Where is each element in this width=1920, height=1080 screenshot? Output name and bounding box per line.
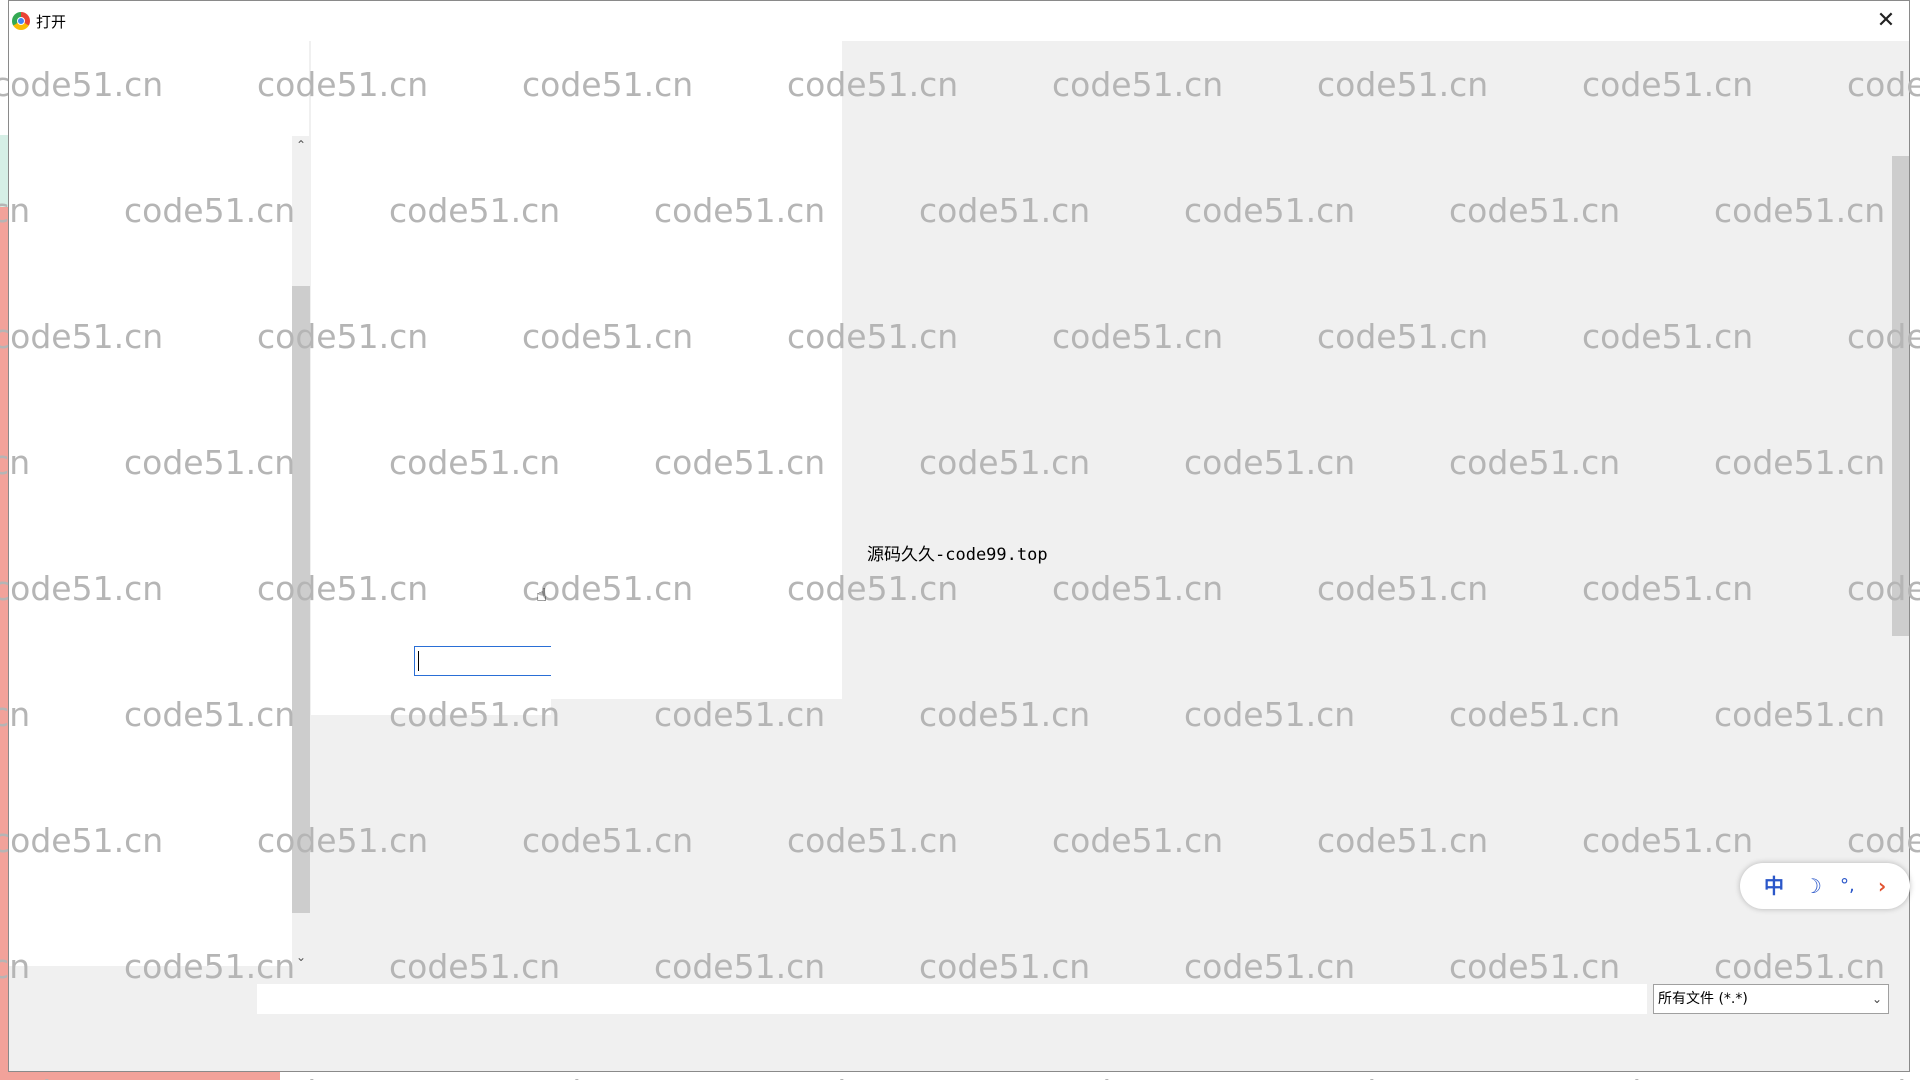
background-window-strip-accent bbox=[0, 135, 8, 207]
watermark-text: code51.cn bbox=[787, 1073, 958, 1080]
ime-chinese-mode-button[interactable]: 中 bbox=[1764, 873, 1784, 899]
navigation-pane[interactable]: ⌃ ⌄ bbox=[9, 41, 310, 966]
dialog-title: 打开 bbox=[36, 13, 67, 31]
main-scrollbar-thumb[interactable] bbox=[1892, 156, 1909, 636]
background-window-strip-bottom bbox=[0, 1072, 280, 1080]
close-button[interactable]: ✕ bbox=[1863, 1, 1909, 41]
file-list-area[interactable] bbox=[311, 41, 842, 699]
hand-cursor-icon: ☝ bbox=[536, 585, 547, 606]
moon-icon[interactable]: ☽ bbox=[1804, 873, 1822, 899]
watermark-text: code51.cn bbox=[1582, 1073, 1753, 1080]
text-caret bbox=[418, 651, 419, 671]
watermark-text: code51.cn bbox=[522, 1073, 693, 1080]
punctuation-icon[interactable]: °, bbox=[1840, 873, 1855, 899]
background-window-strip bbox=[0, 135, 8, 1080]
site-watermark-text: 源码久久-code99.top bbox=[867, 545, 1048, 565]
watermark-text: code51.cn bbox=[1847, 1073, 1920, 1080]
chrome-icon bbox=[12, 12, 30, 30]
filetype-select[interactable]: 所有文件 (*.*) ⌄ bbox=[1653, 984, 1889, 1014]
rename-input[interactable] bbox=[414, 646, 551, 676]
nav-pane-scrollbar[interactable]: ⌃ ⌄ bbox=[292, 136, 310, 966]
filetype-selected-value: 所有文件 (*.*) bbox=[1658, 991, 1748, 1007]
dialog-titlebar[interactable]: 打开 ✕ bbox=[9, 1, 1909, 41]
watermark-text: code51.cn bbox=[1317, 1073, 1488, 1080]
chevron-down-icon: ⌄ bbox=[1871, 992, 1882, 1006]
open-file-dialog: 打开 ✕ ⌃ ⌄ 所有文件 (*.*) ⌄ bbox=[8, 0, 1910, 1072]
watermark-text: code51.cn bbox=[1052, 1073, 1223, 1080]
ime-toolbar[interactable]: 中 ☽ °, › bbox=[1740, 863, 1910, 909]
nav-scrollbar-thumb[interactable] bbox=[292, 286, 310, 913]
filename-input[interactable] bbox=[257, 984, 1647, 1014]
file-list-area-extension bbox=[311, 699, 551, 715]
scroll-down-icon[interactable]: ⌄ bbox=[292, 948, 310, 966]
chevron-right-icon[interactable]: › bbox=[1878, 873, 1886, 899]
watermark-text: code51.cn bbox=[257, 1073, 428, 1080]
scroll-up-icon[interactable]: ⌃ bbox=[292, 136, 310, 154]
